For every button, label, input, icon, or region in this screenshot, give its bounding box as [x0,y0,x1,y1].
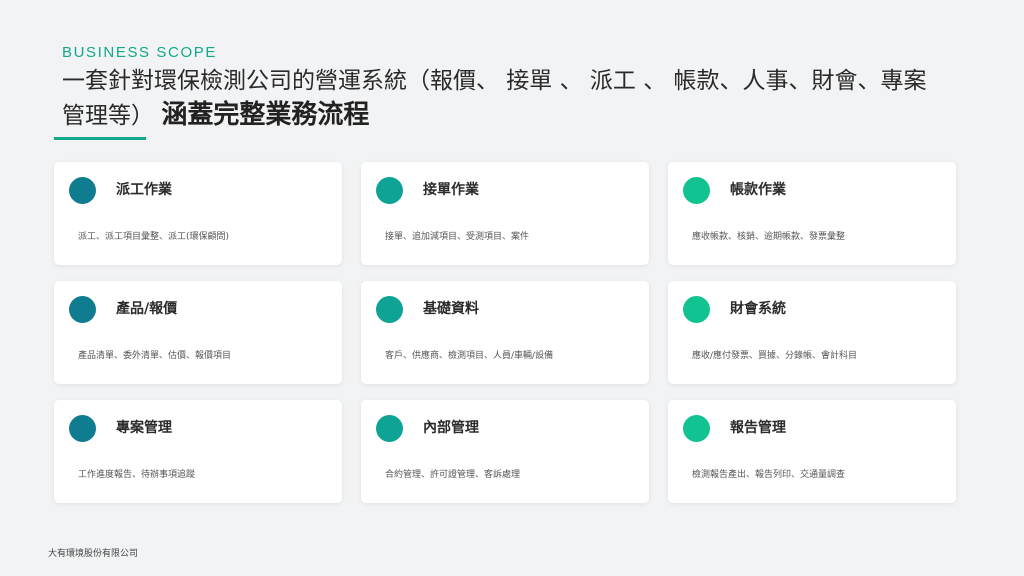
card-dot-icon [376,177,403,204]
section-eyebrow: BUSINESS SCOPE [62,44,217,61]
card-title: 報告管理 [730,420,786,436]
card-master-data: 基礎資料 客戶、供應商、檢測項目、人員/車輛/設備 [361,281,649,384]
card-dot-icon [376,296,403,323]
page-title: 一套針對環保檢測公司的營運系統（報價、 接單 、 派工 、 帳款、人事、財會、專… [62,64,942,133]
card-dot-icon [376,415,403,442]
card-title: 接單作業 [423,182,479,198]
card-internal-management: 內部管理 合約管理、許可證管理、客訴處理 [361,400,649,503]
card-accounts: 帳款作業 應收帳款、核銷、逾期帳款、發票彙整 [668,162,956,265]
card-title: 產品/報價 [116,301,178,317]
card-description: 接單、追加減項目、受測項目、案件 [385,232,530,242]
card-dot-icon [69,177,96,204]
title-emphasis: 涵蓋完整業務流程 [161,100,370,130]
card-dot-icon [69,296,96,323]
business-scope-grid: 派工作業 派工、派工項目彙整、派工(環保顧問) 接單作業 接單、追加減項目、受測… [54,162,956,503]
card-description: 合約管理、許可證管理、客訴處理 [385,470,521,480]
card-title: 帳款作業 [730,182,786,198]
card-description: 客戶、供應商、檢測項目、人員/車輛/設備 [385,351,554,361]
card-order-intake: 接單作業 接單、追加減項目、受測項目、案件 [361,162,649,265]
card-description: 產品清單、委外清單、估價、報價項目 [78,351,232,361]
card-dot-icon [683,415,710,442]
card-description: 應收帳款、核銷、逾期帳款、發票彙整 [692,232,846,242]
card-project-management: 專案管理 工作進度報告、待辦事項追蹤 [54,400,342,503]
card-title: 基礎資料 [423,301,479,317]
card-dot-icon [69,415,96,442]
card-title: 專案管理 [116,420,172,436]
card-title: 財會系統 [730,301,786,317]
card-report-management: 報告管理 檢測報告產出、報告列印、交通量調查 [668,400,956,503]
card-product-quote: 產品/報價 產品清單、委外清單、估價、報價項目 [54,281,342,384]
card-description: 工作進度報告、待辦事項追蹤 [78,470,196,480]
card-title: 內部管理 [423,420,479,436]
title-underline [54,137,146,140]
card-dot-icon [683,296,710,323]
card-title: 派工作業 [116,182,172,198]
card-description: 應收/應付發票、買據、分錄帳、會計科目 [692,351,858,361]
card-dot-icon [683,177,710,204]
card-finance-system: 財會系統 應收/應付發票、買據、分錄帳、會計科目 [668,281,956,384]
card-dispatch: 派工作業 派工、派工項目彙整、派工(環保顧問) [54,162,342,265]
footer-company-name: 大有環境股份有限公司 [48,549,139,559]
card-description: 檢測報告產出、報告列印、交通量調查 [692,470,846,480]
card-description: 派工、派工項目彙整、派工(環保顧問) [78,232,230,242]
